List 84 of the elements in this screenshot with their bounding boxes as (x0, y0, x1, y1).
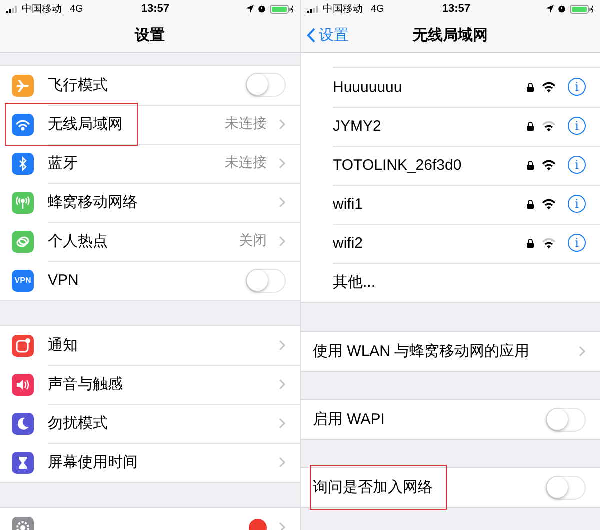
row-value: 未连接 (225, 115, 267, 133)
network-name: wifi2 (333, 234, 364, 252)
row-label: 勿扰模式 (48, 414, 109, 432)
network-name: TOTOLINK_26f3d0 (333, 156, 463, 174)
row-label: 通知 (48, 336, 79, 354)
toggle-switch[interactable] (246, 73, 286, 97)
chevron-icon (579, 346, 586, 357)
settings-row[interactable]: 询问是否加入网络 (301, 468, 600, 507)
chevron-icon (279, 158, 286, 168)
network-row[interactable]: JYMY2 i (301, 107, 600, 146)
network-row[interactable]: wifi1 i (301, 185, 600, 224)
lock-icon (527, 238, 534, 248)
chevron-icon (279, 418, 286, 428)
carrier-name: 中国移动 (22, 2, 62, 16)
battery-icon (270, 4, 294, 14)
network-type: 4G (371, 4, 384, 14)
lock-icon (527, 82, 534, 92)
row-value: 未连接 (225, 154, 267, 172)
back-button[interactable]: 设置 (307, 26, 349, 45)
settings-row[interactable]: VPN VPN (0, 261, 300, 300)
row-label: 蓝牙 (48, 154, 79, 172)
row-label: 屏幕使用时间 (48, 453, 139, 472)
signal-icon (307, 6, 321, 12)
settings-row[interactable]: 屏幕使用时间 (0, 443, 300, 482)
network-row[interactable]: Huuuuuuu i (301, 68, 600, 107)
lock-icon (527, 122, 534, 130)
location-icon (546, 5, 554, 13)
row-label: 询问是否加入网络 (313, 478, 434, 497)
chevron-icon (279, 118, 286, 130)
signal-icon (6, 6, 20, 12)
other-network-row[interactable]: 其他... (301, 263, 600, 302)
status-time: 13:57 (141, 3, 170, 15)
chevron-icon (279, 378, 286, 390)
settings-row[interactable]: 勿扰模式 (0, 404, 300, 443)
row-label: 声音与触感 (48, 374, 124, 394)
settings-row[interactable]: 蜂窝移动网络 (0, 183, 300, 222)
toggle-switch[interactable] (546, 408, 586, 432)
settings-row[interactable]: 无线局域网 未连接 (0, 105, 300, 144)
row-label: 启用 WAPI (313, 410, 386, 429)
chevron-icon (279, 340, 286, 350)
location-icon (246, 5, 254, 13)
chevron-icon (279, 236, 286, 246)
vpn-icon: VPN (12, 270, 34, 292)
lock-icon (527, 200, 534, 208)
nav-title: 无线局域网 (413, 26, 488, 44)
row-label: 使用 WLAN 与蜂窝移动网的应用 (313, 342, 531, 361)
alarm-icon (558, 5, 566, 13)
back-chevron-icon (307, 28, 316, 43)
toggle-switch[interactable] (246, 268, 286, 292)
network-name: Huuuuuuu (333, 78, 404, 96)
network-name: 其他... (333, 273, 377, 292)
nav-title: 设置 (135, 26, 165, 44)
settings-row[interactable]: 蓝牙 未连接 (0, 144, 300, 183)
network-name: JYMY2 (333, 118, 382, 134)
row-label: 无线局域网 (48, 114, 124, 134)
row-label: 蜂窝移动网络 (48, 192, 139, 212)
row-value: 关闭 (239, 232, 267, 250)
chevron-icon (279, 457, 286, 468)
info-button[interactable]: i (568, 234, 586, 252)
carrier-name: 中国移动 (323, 2, 363, 16)
network-row[interactable]: TOTOLINK_26f3d0 i (301, 146, 600, 185)
info-button[interactable]: i (568, 117, 586, 135)
alarm-icon (258, 5, 266, 13)
status-time: 13:57 (442, 3, 470, 15)
network-row[interactable]: wifi2 i (301, 224, 600, 263)
info-button[interactable]: i (568, 78, 586, 96)
toggle-switch[interactable] (546, 476, 586, 500)
row-label: 飞行模式 (48, 76, 109, 94)
chevron-icon (279, 522, 286, 530)
settings-row[interactable]: 通知 (0, 326, 300, 365)
row-label: VPN (48, 272, 80, 289)
settings-row[interactable]: 启用 WAPI (301, 400, 600, 439)
info-button[interactable]: i (568, 156, 586, 174)
lock-icon (527, 160, 534, 170)
chevron-icon (279, 196, 286, 208)
network-name: wifi1 (333, 196, 364, 212)
battery-icon (570, 4, 594, 14)
row-label: 个人热点 (48, 232, 109, 250)
info-button[interactable]: i (568, 195, 586, 213)
settings-row[interactable]: 声音与触感 (0, 365, 300, 404)
settings-row[interactable]: 个人热点 关闭 (0, 222, 300, 261)
settings-row[interactable]: 飞行模式 (0, 66, 300, 105)
network-type: 4G (70, 4, 84, 14)
settings-row[interactable]: 使用 WLAN 与蜂窝移动网的应用 (301, 332, 600, 371)
